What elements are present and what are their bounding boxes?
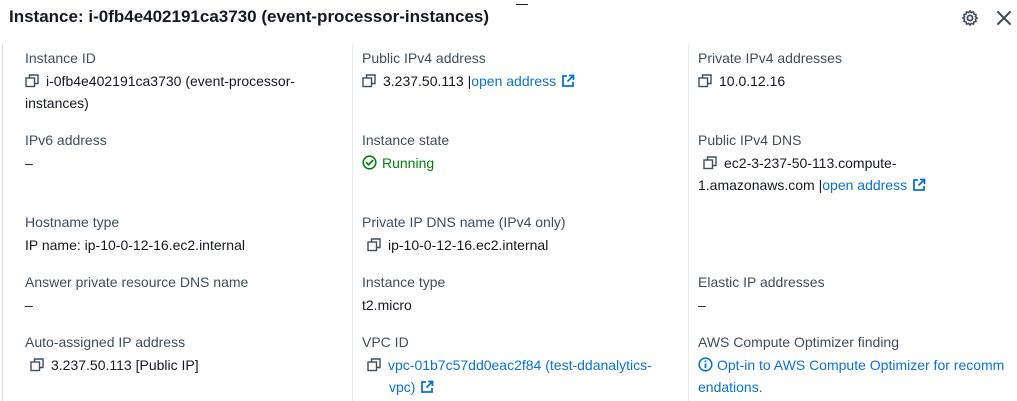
field-instance-type: Instance type t2.micro bbox=[362, 273, 682, 316]
copy-icon[interactable] bbox=[367, 356, 381, 372]
field-vpc-id: VPC ID vpc-01b7c57dd0eac2f84 (test-ddana… bbox=[362, 333, 682, 398]
optimizer-opt-in-link[interactable]: Opt-in to AWS Compute Optimizer for reco… bbox=[717, 357, 1004, 373]
info-circle-icon bbox=[698, 356, 713, 372]
auto-ip-value: 3.237.50.113 [Public IP] bbox=[51, 357, 199, 373]
settings-gear-icon[interactable] bbox=[961, 9, 979, 27]
copy-icon[interactable] bbox=[30, 356, 44, 372]
field-label: Private IPv4 addresses bbox=[698, 50, 842, 66]
field-public-dns: Public IPv4 DNS ec2-3-237-50-113.compute… bbox=[698, 131, 1013, 196]
copy-icon[interactable] bbox=[698, 72, 712, 88]
field-label: Answer private resource DNS name bbox=[25, 274, 249, 290]
private-ipv4-value: 10.0.12.16 bbox=[719, 73, 786, 89]
page-title: Instance: i-0fb4e402191ca3730 (event-pro… bbox=[9, 7, 490, 26]
optimizer-opt-in-link-cont[interactable]: endations. bbox=[698, 379, 763, 395]
public-dns-value: ec2-3-237-50-113.compute- bbox=[724, 155, 897, 171]
vpc-id-link[interactable]: vpc-01b7c57dd0eac2f84 (test-ddanalytics- bbox=[388, 357, 652, 373]
field-answer-dns: Answer private resource DNS name – bbox=[25, 273, 345, 316]
field-auto-assigned-ip: Auto-assigned IP address 3.237.50.113 [P… bbox=[25, 333, 345, 376]
field-label: Instance type bbox=[362, 274, 446, 290]
copy-icon[interactable] bbox=[367, 236, 381, 252]
field-label: Instance state bbox=[362, 132, 450, 148]
field-label: Hostname type bbox=[25, 214, 120, 230]
field-instance-state: Instance state Running bbox=[362, 131, 682, 174]
open-address-link[interactable]: open address bbox=[471, 73, 556, 89]
field-elastic-ip: Elastic IP addresses – bbox=[698, 273, 1013, 316]
field-private-dns: Private IP DNS name (IPv4 only) ip-10-0-… bbox=[362, 213, 682, 256]
field-instance-id: Instance ID i-0fb4e402191ca3730 (event-p… bbox=[25, 49, 340, 114]
public-dns-value-cont: 1.amazonaws.com | bbox=[698, 177, 823, 193]
field-hostname-type: Hostname type IP name: ip-10-0-12-16.ec2… bbox=[25, 213, 345, 256]
instance-state-value: Running bbox=[382, 155, 435, 171]
field-label: Public IPv4 DNS bbox=[698, 132, 802, 148]
check-circle-icon bbox=[362, 154, 377, 170]
field-compute-optimizer: AWS Compute Optimizer finding Opt-in to … bbox=[698, 333, 1016, 398]
field-label: Auto-assigned IP address bbox=[25, 334, 186, 350]
copy-icon[interactable] bbox=[362, 72, 376, 88]
copy-icon[interactable] bbox=[25, 72, 39, 88]
instance-id-value-cont: instances) bbox=[25, 95, 89, 111]
vpc-id-link-cont[interactable]: vpc) bbox=[389, 379, 415, 395]
external-link-icon[interactable] bbox=[912, 176, 926, 191]
answer-dns-value: – bbox=[25, 297, 33, 313]
field-ipv6: IPv6 address – bbox=[25, 131, 340, 174]
panel-left-border bbox=[2, 44, 3, 401]
field-label: Public IPv4 address bbox=[362, 50, 486, 66]
external-link-icon[interactable] bbox=[561, 72, 575, 87]
column-divider bbox=[352, 44, 353, 401]
instance-id-value: i-0fb4e402191ca3730 (event-processor- bbox=[46, 73, 296, 89]
field-label: IPv6 address bbox=[25, 132, 107, 148]
ipv6-value: – bbox=[25, 155, 33, 171]
copy-icon[interactable] bbox=[703, 154, 717, 170]
panel-header: Instance: i-0fb4e402191ca3730 (event-pro… bbox=[0, 0, 1017, 36]
field-label: Instance ID bbox=[25, 50, 96, 66]
field-public-ipv4: Public IPv4 address 3.237.50.113 |open a… bbox=[362, 49, 682, 92]
close-icon[interactable] bbox=[995, 9, 1013, 27]
instance-type-value: t2.micro bbox=[362, 297, 412, 313]
public-ipv4-value: 3.237.50.113 | bbox=[383, 73, 472, 89]
private-dns-value: ip-10-0-12-16.ec2.internal bbox=[388, 237, 549, 253]
field-label: VPC ID bbox=[362, 334, 409, 350]
field-label: Private IP DNS name (IPv4 only) bbox=[362, 214, 566, 230]
field-label: AWS Compute Optimizer finding bbox=[698, 334, 899, 350]
elastic-ip-value: – bbox=[698, 297, 706, 313]
hostname-type-value: IP name: ip-10-0-12-16.ec2.internal bbox=[25, 237, 245, 253]
open-address-link[interactable]: open address bbox=[822, 177, 907, 193]
external-link-icon[interactable] bbox=[420, 378, 434, 393]
column-divider bbox=[688, 44, 689, 401]
title-divider bbox=[516, 4, 528, 5]
field-label: Elastic IP addresses bbox=[698, 274, 825, 290]
field-private-ipv4: Private IPv4 addresses 10.0.12.16 bbox=[698, 49, 1013, 92]
